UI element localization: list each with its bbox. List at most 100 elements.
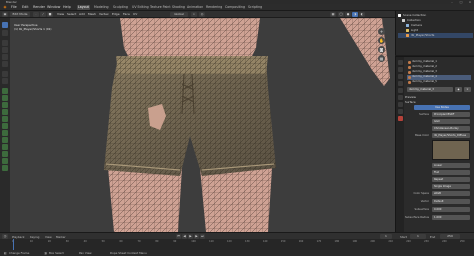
menu-window[interactable]: Window — [47, 4, 60, 11]
material-tab-icon[interactable] — [397, 116, 403, 121]
measure-icon[interactable] — [2, 78, 8, 84]
header-menu-mesh[interactable]: Mesh — [88, 11, 96, 18]
wireframe-shading-icon[interactable]: ◯ — [338, 12, 344, 17]
bevel-icon[interactable] — [2, 102, 8, 108]
projection-select[interactable]: Flat — [432, 170, 470, 175]
face-select-icon[interactable]: ■ — [47, 12, 53, 17]
material-slot-selected[interactable]: dummy_material_4 — [407, 75, 471, 80]
cursor-icon[interactable] — [2, 30, 8, 36]
header-menu-face[interactable]: Face — [123, 11, 130, 18]
scene-tab-icon[interactable] — [397, 81, 403, 86]
modifier-tab-icon[interactable] — [397, 102, 403, 107]
edge-slide-icon[interactable] — [2, 144, 8, 150]
mode-select[interactable]: Edit Mode — [10, 12, 30, 17]
section-surface[interactable]: Surface — [405, 100, 473, 104]
material-slot[interactable]: dummy_material_1 — [407, 60, 471, 65]
tab-scripting[interactable]: Scripting — [247, 5, 263, 10]
timeline-ruler[interactable]: 0102030405060708090100110120130140150160… — [0, 239, 474, 250]
spin-icon[interactable] — [2, 130, 8, 136]
shrink-fatten-icon[interactable] — [2, 151, 8, 157]
object-tab-icon[interactable] — [397, 95, 403, 100]
tab-texture-paint[interactable]: Texture Paint — [149, 5, 172, 10]
tab-uv-editing[interactable]: UV Editing — [131, 5, 150, 10]
move-icon[interactable] — [2, 40, 8, 46]
timeline-menu-view[interactable]: View — [45, 235, 52, 239]
tab-sculpting[interactable]: Sculpting — [112, 5, 129, 10]
fake-user-icon[interactable]: ◆ — [455, 87, 462, 92]
header-menu-edge[interactable]: Edge — [112, 11, 120, 18]
rip-region-icon[interactable] — [2, 165, 8, 171]
header-menu-vertex[interactable]: Vertex — [99, 11, 109, 18]
pan-hand-icon[interactable]: ✋ — [378, 37, 385, 44]
subsurface-field[interactable]: 0.000 — [432, 207, 470, 212]
color-space-select[interactable]: sRGB — [432, 191, 470, 196]
smooth-icon[interactable] — [2, 137, 8, 143]
material-slot[interactable]: dummy_material_2 — [407, 65, 471, 70]
menu-help[interactable]: Help — [63, 4, 71, 11]
timeline-menu-playback[interactable]: Playback — [12, 235, 24, 239]
material-shading-icon[interactable]: ◑ — [352, 12, 358, 17]
ortho-toggle-icon[interactable]: ▦ — [378, 55, 385, 62]
render-tab-icon[interactable] — [397, 67, 403, 72]
edge-select-icon[interactable]: / — [40, 12, 46, 17]
timeline-menu-marker[interactable]: Marker — [56, 235, 66, 239]
header-menu-uv[interactable]: UV — [133, 11, 137, 18]
surface-shader-select[interactable]: Principled BSDF — [432, 112, 470, 117]
extension-select[interactable]: Repeat — [432, 177, 470, 182]
transform-orientation-select[interactable]: Global — [170, 12, 188, 17]
use-nodes-button[interactable]: Use Nodes — [414, 105, 470, 110]
header-menu-view[interactable]: View — [57, 11, 64, 18]
inset-icon[interactable] — [2, 95, 8, 101]
poly-build-icon[interactable] — [2, 123, 8, 129]
tool-tab-icon[interactable] — [397, 60, 403, 65]
outliner-row-mesh[interactable]: lbl_Player/Shorts — [398, 33, 473, 38]
extrude-icon[interactable] — [2, 88, 8, 94]
data-tab-icon[interactable] — [397, 109, 403, 114]
transform-icon[interactable] — [2, 61, 8, 67]
blender-logo-icon[interactable]: ◉ — [1, 4, 9, 11]
zoom-icon[interactable]: + — [378, 28, 385, 35]
select-box-icon[interactable] — [2, 22, 8, 28]
editor-type-icon[interactable]: ▣ — [2, 12, 8, 17]
tab-compositing[interactable]: Compositing — [224, 5, 246, 10]
tab-shading[interactable]: Shading — [171, 5, 186, 10]
3d-viewport[interactable]: User Perspective (1) lbl_Player/Shorts 1… — [10, 18, 395, 232]
tab-animation[interactable]: Animation — [186, 5, 204, 10]
knife-icon[interactable] — [2, 116, 8, 122]
world-tab-icon[interactable] — [397, 88, 403, 93]
menu-edit[interactable]: Edit — [22, 4, 29, 11]
material-slot[interactable]: dummy_material_5 — [407, 80, 471, 85]
header-menu-select[interactable]: Select — [67, 11, 76, 18]
menu-file[interactable]: File — [11, 4, 17, 11]
rendered-shading-icon[interactable]: ◐ — [359, 12, 365, 17]
loop-cut-icon[interactable] — [2, 109, 8, 115]
material-name-field[interactable]: dummy_material_3 — [407, 87, 453, 92]
tab-rendering[interactable]: Rendering — [205, 5, 223, 10]
material-slot[interactable]: dummy_material_3 — [407, 70, 471, 75]
interpolation-select[interactable]: Linear — [432, 163, 470, 168]
playhead[interactable] — [13, 239, 14, 250]
image-source-select[interactable]: Single Image — [432, 184, 470, 189]
solid-shading-icon[interactable]: ● — [345, 12, 351, 17]
section-preview[interactable]: Preview — [405, 95, 473, 99]
annotate-icon[interactable] — [2, 71, 8, 77]
menu-render[interactable]: Render — [33, 4, 45, 11]
subsurface-radius-field[interactable]: 1.000 — [432, 215, 470, 220]
vertex-select-icon[interactable]: · — [33, 12, 39, 17]
rotate-icon[interactable] — [2, 47, 8, 53]
scale-icon[interactable] — [2, 54, 8, 60]
snap-icon[interactable]: ⌖ — [191, 12, 197, 17]
tab-layout[interactable]: Layout — [77, 5, 90, 10]
xray-icon[interactable]: ▦ — [330, 12, 336, 17]
output-tab-icon[interactable] — [397, 74, 403, 79]
tab-modeling[interactable]: Modeling — [93, 5, 110, 10]
subsurface-method-select[interactable]: Christensen-Burley — [432, 126, 470, 131]
vector-input[interactable]: Default — [432, 199, 470, 204]
shear-icon[interactable] — [2, 158, 8, 164]
base-color-texture-field[interactable]: lbl_Player/Shorts_Diffuse — [432, 133, 470, 138]
distribution-select[interactable]: GGX — [432, 119, 470, 124]
timeline-menu-keying[interactable]: Keying — [30, 235, 39, 239]
proportional-edit-icon[interactable]: ◎ — [199, 12, 205, 17]
header-menu-add[interactable]: Add — [79, 11, 85, 18]
camera-view-icon[interactable]: ◙ — [378, 46, 385, 53]
